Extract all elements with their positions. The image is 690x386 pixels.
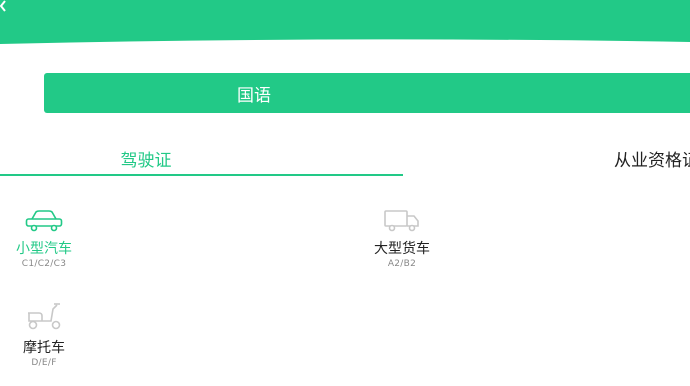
vehicle-name: 小型汽车 — [16, 241, 72, 257]
language-button[interactable]: 国语 — [44, 73, 690, 113]
vehicle-option-truck[interactable]: 大型货车 A2/B2 — [366, 208, 438, 269]
tab-qualification-certificate-label: 从业资格证 — [614, 151, 690, 171]
license-class-code: C1/C2/C3 — [21, 259, 67, 269]
vehicle-name: 摩托车 — [23, 340, 65, 356]
vehicle-name: 大型货车 — [374, 241, 430, 257]
tab-qualification-certificate[interactable]: 从业资格证 — [614, 146, 690, 171]
vehicle-option-car[interactable]: 小型汽车 C1/C2/C3 — [8, 208, 80, 269]
tab-drivers-license[interactable]: 驾驶证 — [0, 146, 292, 171]
active-tab-indicator — [0, 174, 403, 176]
language-button-label: 国语 — [237, 85, 271, 106]
car-icon — [25, 210, 63, 232]
tab-drivers-license-label: 驾驶证 — [120, 151, 172, 171]
truck-icon — [384, 210, 419, 232]
license-class-code: A2/B2 — [387, 259, 417, 269]
license-class-code: D/E/F — [31, 358, 57, 368]
scooter-icon — [28, 303, 61, 330]
back-arrow-icon[interactable] — [0, 0, 6, 12]
vehicle-option-motorcycle[interactable]: 摩托车 D/E/F — [8, 301, 80, 368]
header-banner — [0, 0, 690, 44]
